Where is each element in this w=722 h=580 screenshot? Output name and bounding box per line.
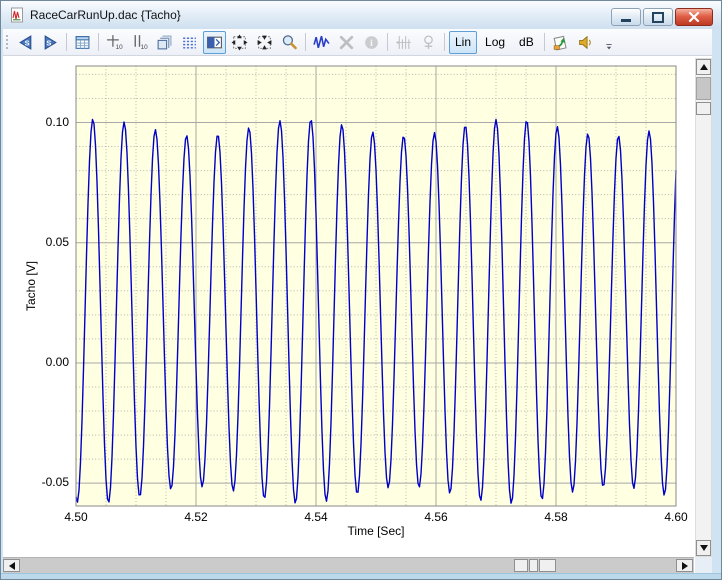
y-axis-title: Tacho [V] [24,261,38,311]
export-button[interactable] [549,31,572,54]
probe-icon [420,34,437,51]
y-tick-label: 0.10 [1,115,69,129]
y-tick-label: -0.05 [1,475,69,489]
restore-button[interactable] [643,8,673,26]
svg-text:10: 10 [141,43,148,50]
log-scale-button[interactable]: Log [479,31,511,54]
minimize-button[interactable] [611,8,641,26]
restore-icon [652,12,664,23]
horizontal-scroll-thumb[interactable] [514,559,528,572]
svg-text:S: S [25,38,30,47]
toolbar-separator [305,33,306,51]
cursor-cross-10-icon: 10 [106,34,123,51]
zoom-in-icon [256,34,273,51]
zoom-out-button[interactable] [228,31,251,54]
window-frame-right [712,29,721,573]
cursor-lines-10-icon: 10 [131,34,148,51]
split-view-button[interactable] [203,31,226,54]
table-grid-icon [74,34,91,51]
export-doc-icon [552,34,569,51]
db-scale-button[interactable]: dB [513,31,540,54]
speaker-icon [577,34,594,51]
cascade-pages-icon [156,34,173,51]
close-icon [688,10,700,25]
lin-scale-button[interactable]: Lin [449,31,477,54]
harmonic-cursor-button[interactable]: 10 [128,31,151,54]
svg-text:S: S [46,38,51,47]
horizontal-scroll-splitter[interactable] [529,559,538,572]
scroll-up-button[interactable] [696,59,711,75]
data-table-button[interactable] [71,31,94,54]
spectrum-cursor-button [392,31,415,54]
scroll-down-icon [700,545,708,551]
window-frame-left [1,29,3,573]
prev-record-button[interactable]: S [14,31,37,54]
scroll-left-icon [9,562,15,570]
probe-button [417,31,440,54]
x-tick-label: 4.54 [286,510,346,524]
zoom-out-icon [231,34,248,51]
info-button: i [360,31,383,54]
magnifier-icon [281,34,298,51]
signal-trace-button[interactable] [310,31,333,54]
comb-filter-icon [395,34,412,51]
toolbar-separator [66,33,67,51]
play-audio-button[interactable] [574,31,597,54]
zoom-select-button[interactable] [278,31,301,54]
toolbar-separator [444,33,445,51]
toolbar-separator [387,33,388,51]
x-tick-label: 4.56 [406,510,466,524]
dashed-rows-icon [181,34,198,51]
waveform-document-icon [9,7,25,23]
dashed-display-button[interactable] [178,31,201,54]
scroll-up-icon [700,64,708,70]
svg-text:i: i [370,38,373,49]
minimize-icon [621,19,631,22]
chart-area: Tacho [V] Time [Sec] 0.100.050 [1,56,721,573]
x-tick-label: 4.60 [646,510,706,524]
horizontal-scrollbar[interactable] [1,557,694,573]
toolbar-separator [98,33,99,51]
y-tick-label: 0.05 [1,235,69,249]
toolbar-overflow-button[interactable] [602,37,616,55]
title-bar[interactable]: RaceCarRunUp.dac {Tacho} [1,1,721,30]
arrow-right-s-icon: S [42,34,59,51]
horizontal-scroll-thumb-2[interactable] [539,559,556,572]
window-frame-bottom [1,573,721,579]
info-circle-icon: i [363,34,380,51]
x-tick-label: 4.50 [46,510,106,524]
y-tick-label: 0.00 [1,355,69,369]
window-title: RaceCarRunUp.dac {Tacho} [30,8,181,22]
vertical-scrollbar[interactable] [695,58,712,557]
zoom-in-button[interactable] [253,31,276,54]
app-window: RaceCarRunUp.dac {Tacho} S S 10 10 i LinLogdB… [0,0,722,580]
scroll-left-button[interactable] [3,559,20,572]
next-record-button[interactable]: S [39,31,62,54]
overflow-chevron-icon [603,40,615,52]
cut-x-icon [338,34,355,51]
window-controls [611,8,713,26]
waveform-icon [313,34,330,51]
toolbar-separator [544,33,545,51]
vertical-scroll-splitter[interactable] [696,102,711,115]
split-panels-icon [206,34,223,51]
scroll-right-button[interactable] [676,559,693,572]
arrow-left-s-icon: S [17,34,34,51]
scroll-right-icon [682,562,688,570]
toolbar: S S 10 10 i LinLogdB [1,29,721,56]
x-axis-title: Time [Sec] [76,524,676,538]
cascade-view-button[interactable] [153,31,176,54]
delete-button [335,31,358,54]
x-tick-label: 4.58 [526,510,586,524]
tacho-waveform-plot[interactable] [1,56,694,557]
x-cursor-button[interactable]: 10 [103,31,126,54]
close-button[interactable] [675,8,713,26]
x-tick-label: 4.52 [166,510,226,524]
plot-background [76,66,676,506]
vertical-scroll-thumb[interactable] [696,77,711,100]
svg-text:10: 10 [116,43,123,50]
toolbar-grip[interactable] [5,34,9,50]
scroll-down-button[interactable] [696,540,711,556]
